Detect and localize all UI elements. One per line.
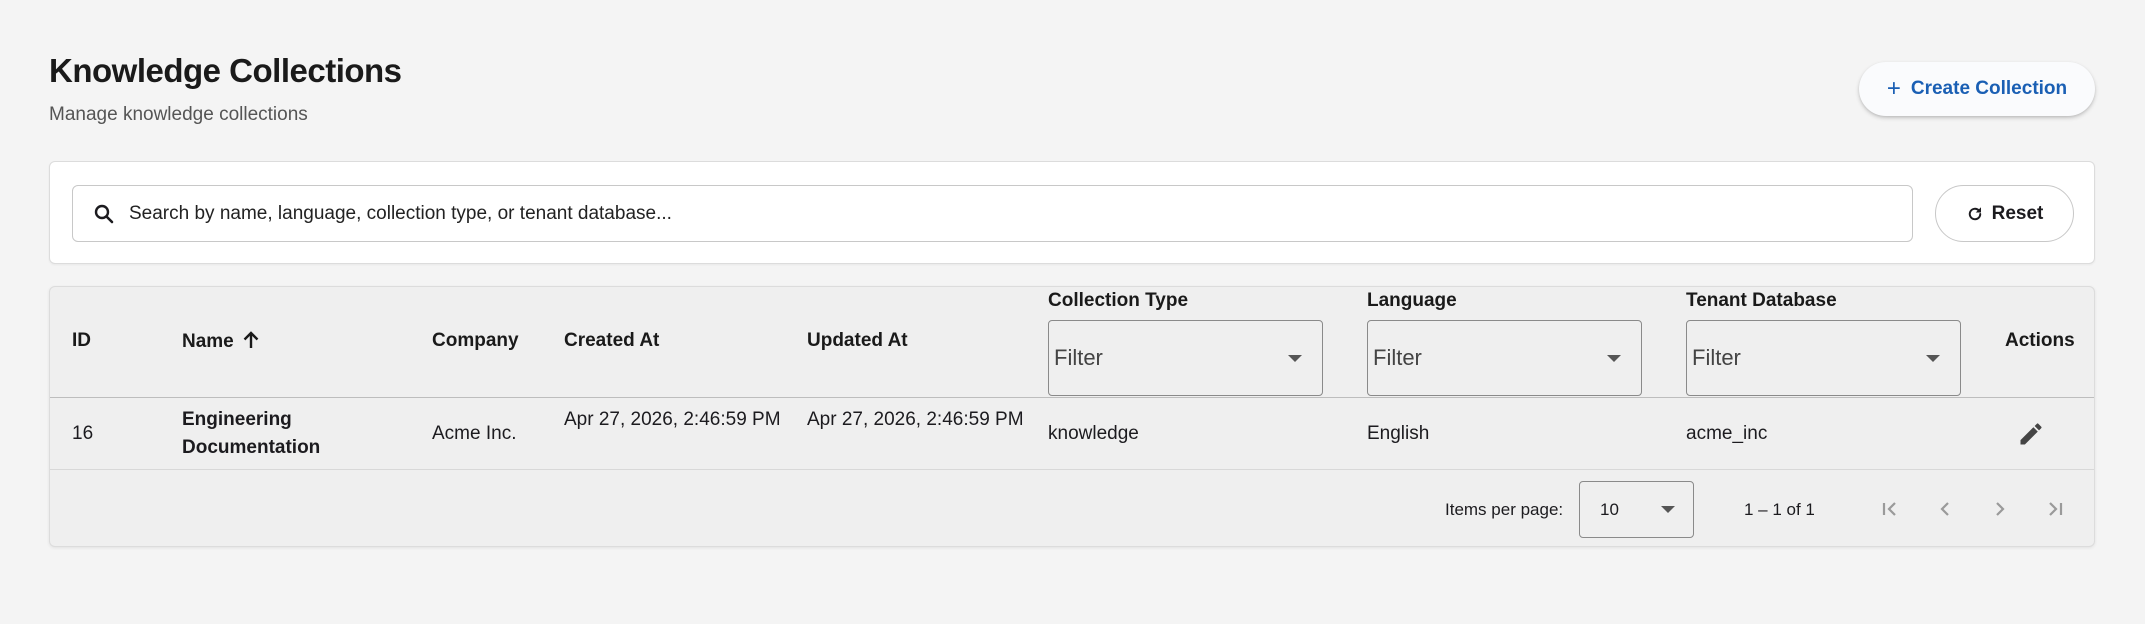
paginator: Items per page: 10 1 – 1 of 1 xyxy=(50,471,2094,546)
chevron-down-icon xyxy=(1607,354,1621,362)
refresh-icon xyxy=(1966,205,1984,223)
sort-ascending-icon xyxy=(242,330,260,356)
items-per-page-select[interactable]: 10 xyxy=(1579,481,1694,538)
column-header-tenant-database[interactable]: Tenant Database xyxy=(1686,290,1837,312)
last-page-button[interactable] xyxy=(2041,495,2069,523)
create-collection-label: Create Collection xyxy=(1910,78,2068,99)
column-header-language[interactable]: Language xyxy=(1367,290,1457,312)
search-input[interactable] xyxy=(129,202,1912,225)
chevron-down-icon xyxy=(1926,354,1940,362)
first-page-icon xyxy=(1882,502,1896,516)
column-header-collection-type[interactable]: Collection Type xyxy=(1048,290,1188,312)
create-collection-button[interactable]: + Create Collection xyxy=(1859,62,2095,116)
page-title: Knowledge Collections xyxy=(49,52,402,89)
table-row[interactable]: 16 Engineering Documentation Acme Inc. A… xyxy=(50,398,2094,470)
column-header-name[interactable]: Name xyxy=(182,330,260,356)
table-header: ID Name Company Created At Updated At Co… xyxy=(50,287,2094,398)
column-header-id[interactable]: ID xyxy=(72,330,91,352)
cell-language: English xyxy=(1367,423,1430,444)
chevron-down-icon xyxy=(1661,506,1675,513)
column-header-actions: Actions xyxy=(2005,330,2075,351)
cell-name: Engineering Documentation xyxy=(182,409,321,458)
reset-label: Reset xyxy=(1991,202,2044,224)
column-header-company[interactable]: Company xyxy=(432,330,519,352)
last-page-icon xyxy=(2049,502,2063,516)
items-per-page-label: Items per page: xyxy=(1445,500,1564,519)
cell-tenant-database: acme_inc xyxy=(1686,423,1768,444)
cell-created-at: Apr 27, 2026, 2:46:59 PM xyxy=(564,409,781,430)
search-icon xyxy=(89,199,119,229)
chevron-right-icon xyxy=(1996,502,2005,516)
previous-page-button[interactable] xyxy=(1931,495,1959,523)
tenant-database-filter-value: Filter xyxy=(1692,345,1741,370)
reset-button[interactable]: Reset xyxy=(1935,185,2074,242)
search-card: Reset xyxy=(49,161,2095,264)
column-header-updated-at[interactable]: Updated At xyxy=(807,330,908,352)
edit-icon[interactable] xyxy=(2017,420,2045,448)
first-page-button[interactable] xyxy=(1876,495,1904,523)
cell-updated-at: Apr 27, 2026, 2:46:59 PM xyxy=(807,409,1024,430)
collection-type-filter[interactable]: Filter xyxy=(1048,320,1323,396)
plus-icon: + xyxy=(1886,75,1901,102)
tenant-database-filter[interactable]: Filter xyxy=(1686,320,1961,396)
cell-id: 16 xyxy=(72,423,94,444)
next-page-button[interactable] xyxy=(1986,495,2014,523)
language-filter[interactable]: Filter xyxy=(1367,320,1642,396)
cell-collection-type: knowledge xyxy=(1048,423,1139,444)
page-subtitle: Manage knowledge collections xyxy=(49,104,308,125)
cell-company: Acme Inc. xyxy=(432,423,517,444)
range-label: 1 – 1 of 1 xyxy=(1744,500,1815,519)
language-filter-value: Filter xyxy=(1373,345,1422,370)
chevron-left-icon xyxy=(1940,502,1949,516)
chevron-down-icon xyxy=(1288,354,1302,362)
column-header-created-at[interactable]: Created At xyxy=(564,330,659,352)
search-field[interactable] xyxy=(72,185,1913,242)
column-header-name-label: Name xyxy=(182,331,234,352)
items-per-page-value: 10 xyxy=(1600,499,1619,519)
collections-table: ID Name Company Created At Updated At Co… xyxy=(49,286,2095,547)
collection-type-filter-value: Filter xyxy=(1054,345,1103,370)
